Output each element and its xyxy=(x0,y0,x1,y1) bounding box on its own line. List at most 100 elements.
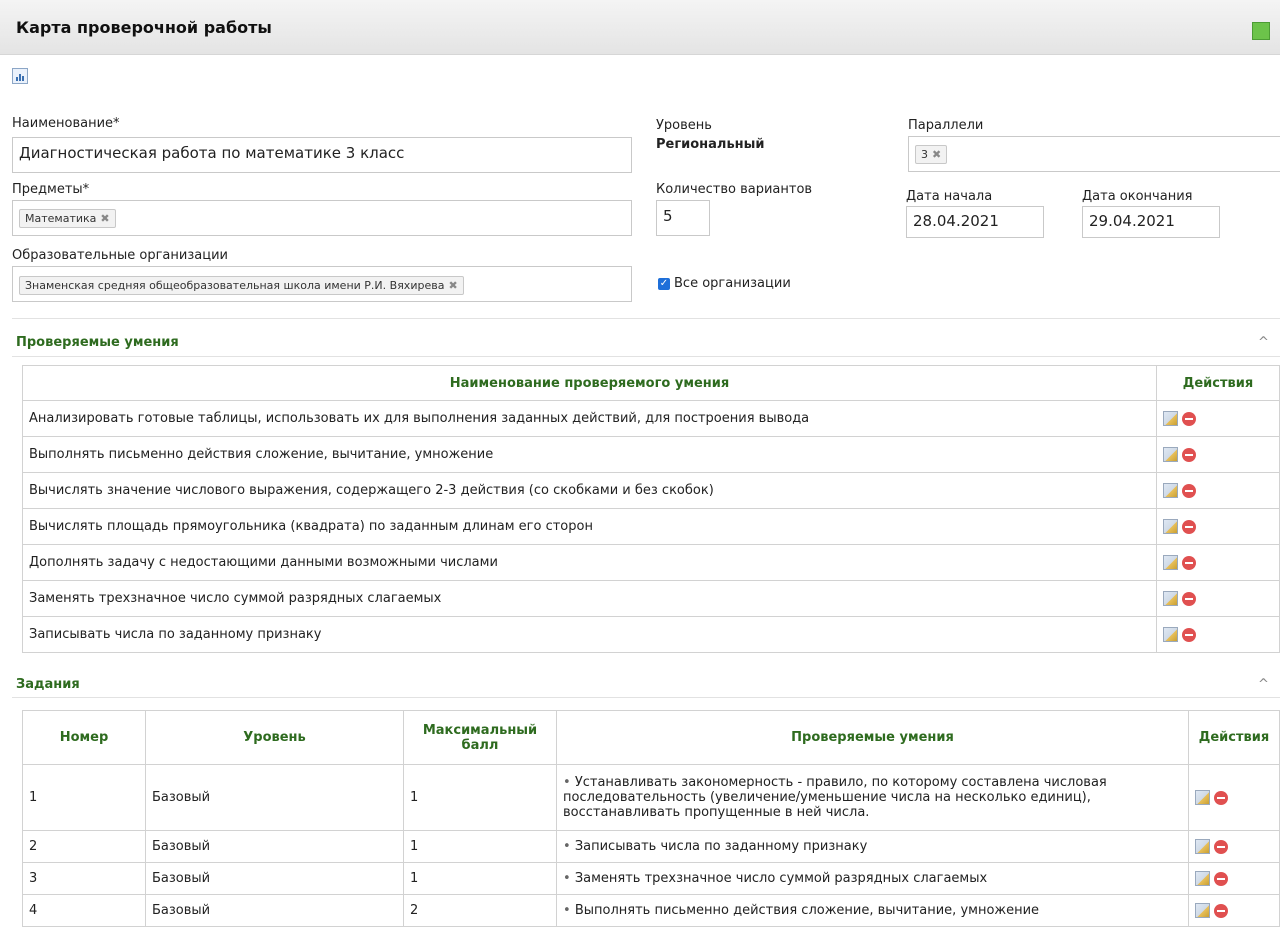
task-level: Базовый xyxy=(145,894,404,927)
edit-icon[interactable] xyxy=(1195,839,1210,854)
delete-icon[interactable] xyxy=(1182,483,1196,498)
table-row: Вычислять значение числового выражения, … xyxy=(22,472,1280,509)
delete-icon[interactable] xyxy=(1214,839,1228,854)
variants-value: 5 xyxy=(663,207,673,225)
all-orgs-label: Все организации xyxy=(674,276,791,291)
row-actions xyxy=(1156,508,1280,545)
start-date-value: 28.04.2021 xyxy=(913,212,999,230)
row-actions xyxy=(1188,764,1280,831)
end-date-input[interactable]: 29.04.2021 xyxy=(1082,206,1220,238)
tasks-col-actions: Действия xyxy=(1188,710,1280,765)
task-level: Базовый xyxy=(145,764,404,831)
delete-icon[interactable] xyxy=(1182,627,1196,642)
row-actions xyxy=(1156,436,1280,473)
row-actions xyxy=(1188,862,1280,895)
all-orgs-checkbox[interactable]: ✓ xyxy=(658,277,670,290)
edit-icon[interactable] xyxy=(1163,627,1178,642)
task-skill: • Устанавливать закономерность - правило… xyxy=(556,764,1189,831)
name-value: Диагностическая работа по математике 3 к… xyxy=(19,144,405,162)
start-date-input[interactable]: 28.04.2021 xyxy=(906,206,1044,238)
row-actions xyxy=(1156,400,1280,437)
edit-icon[interactable] xyxy=(1195,790,1210,805)
skill-name: Анализировать готовые таблицы, использов… xyxy=(22,400,1157,437)
bullet-icon: • xyxy=(563,871,571,886)
table-row: 2 Базовый 1 • Записывать числа по заданному… xyxy=(22,830,1280,863)
parallel-tag: 3 ✖ xyxy=(915,145,948,164)
task-skill: • Заменять трехзначное число суммой разр… xyxy=(556,862,1189,895)
all-orgs-toggle[interactable]: ✓ Все организации xyxy=(658,276,791,291)
row-actions xyxy=(1156,580,1280,617)
tasks-col-level: Уровень xyxy=(145,710,404,765)
tasks-collapse-icon[interactable]: ^ xyxy=(1258,677,1269,692)
table-row: Дополнять задачу с недостающими данными … xyxy=(22,544,1280,581)
table-row: Выполнять письменно действия сложение, в… xyxy=(22,436,1280,473)
page-title: Карта проверочной работы xyxy=(16,18,272,37)
task-max-score: 1 xyxy=(403,862,557,895)
delete-icon[interactable] xyxy=(1182,555,1196,570)
parallels-label: Параллели xyxy=(908,118,984,133)
table-row: Записывать числа по заданному признаку xyxy=(22,616,1280,653)
edit-icon[interactable] xyxy=(1163,591,1178,606)
end-date-label: Дата окончания xyxy=(1082,189,1193,204)
table-row: Анализировать готовые таблицы, использов… xyxy=(22,400,1280,437)
task-level: Базовый xyxy=(145,862,404,895)
table-row: 3 Базовый 1 • Заменять трехзначное число су… xyxy=(22,862,1280,895)
report-icon[interactable] xyxy=(12,68,28,84)
tag-remove-icon[interactable]: ✖ xyxy=(448,279,457,292)
row-actions xyxy=(1188,894,1280,927)
tasks-col-number: Номер xyxy=(22,710,146,765)
bullet-icon: • xyxy=(563,839,571,854)
level-value: Региональный xyxy=(656,137,765,152)
edit-icon[interactable] xyxy=(1163,519,1178,534)
edit-icon[interactable] xyxy=(1163,447,1178,462)
edit-icon[interactable] xyxy=(1163,555,1178,570)
org-tag: Знаменская средняя общеобразовательная ш… xyxy=(19,276,464,295)
bullet-icon: • xyxy=(563,903,571,918)
skills-section-title: Проверяемые умения xyxy=(16,335,179,350)
edit-icon[interactable] xyxy=(1163,411,1178,426)
end-date-value: 29.04.2021 xyxy=(1089,212,1175,230)
row-actions xyxy=(1156,472,1280,509)
row-actions xyxy=(1188,830,1280,863)
task-max-score: 2 xyxy=(403,894,557,927)
tag-remove-icon[interactable]: ✖ xyxy=(100,212,109,225)
task-skill-text: Выполнять письменно действия сложение, в… xyxy=(574,903,1040,918)
orgs-label: Образовательные организации xyxy=(12,248,228,263)
subjects-label: Предметы* xyxy=(12,182,90,197)
task-skill-text: Устанавливать закономерность - правило, … xyxy=(563,775,1107,820)
delete-icon[interactable] xyxy=(1182,447,1196,462)
bullet-icon: • xyxy=(563,775,571,790)
tag-remove-icon[interactable]: ✖ xyxy=(932,148,941,161)
orgs-input[interactable]: Знаменская средняя общеобразовательная ш… xyxy=(12,266,632,302)
parallels-input[interactable]: 3 ✖ xyxy=(908,136,1280,172)
variants-label: Количество вариантов xyxy=(656,182,813,197)
task-skill: • Записывать числа по заданному признаку xyxy=(556,830,1189,863)
skills-col-actions: Действия xyxy=(1156,365,1280,401)
divider xyxy=(12,318,1280,319)
task-skill-text: Заменять трехзначное число суммой разряд… xyxy=(574,871,988,886)
task-number: 1 xyxy=(22,764,146,831)
variants-input[interactable]: 5 xyxy=(656,200,710,236)
task-number: 4 xyxy=(22,894,146,927)
status-indicator[interactable] xyxy=(1252,22,1270,40)
skill-name: Выполнять письменно действия сложение, в… xyxy=(22,436,1157,473)
tasks-col-max: Максимальный балл xyxy=(403,710,557,765)
table-row: Заменять трехзначное число суммой разряд… xyxy=(22,580,1280,617)
task-number: 2 xyxy=(22,830,146,863)
edit-icon[interactable] xyxy=(1195,903,1210,918)
delete-icon[interactable] xyxy=(1214,871,1228,886)
delete-icon[interactable] xyxy=(1182,411,1196,426)
edit-icon[interactable] xyxy=(1195,871,1210,886)
task-number: 3 xyxy=(22,862,146,895)
skill-name: Заменять трехзначное число суммой разряд… xyxy=(22,580,1157,617)
delete-icon[interactable] xyxy=(1214,790,1228,805)
name-input[interactable]: Диагностическая работа по математике 3 к… xyxy=(12,137,632,173)
edit-icon[interactable] xyxy=(1163,483,1178,498)
task-skill: • Выполнять письменно действия сложение,… xyxy=(556,894,1189,927)
subjects-input[interactable]: Математика ✖ xyxy=(12,200,632,236)
delete-icon[interactable] xyxy=(1214,903,1228,918)
delete-icon[interactable] xyxy=(1182,591,1196,606)
skills-collapse-icon[interactable]: ^ xyxy=(1258,335,1269,350)
delete-icon[interactable] xyxy=(1182,519,1196,534)
tasks-table: Номер Уровень Максимальный балл Проверяе… xyxy=(22,710,1280,927)
